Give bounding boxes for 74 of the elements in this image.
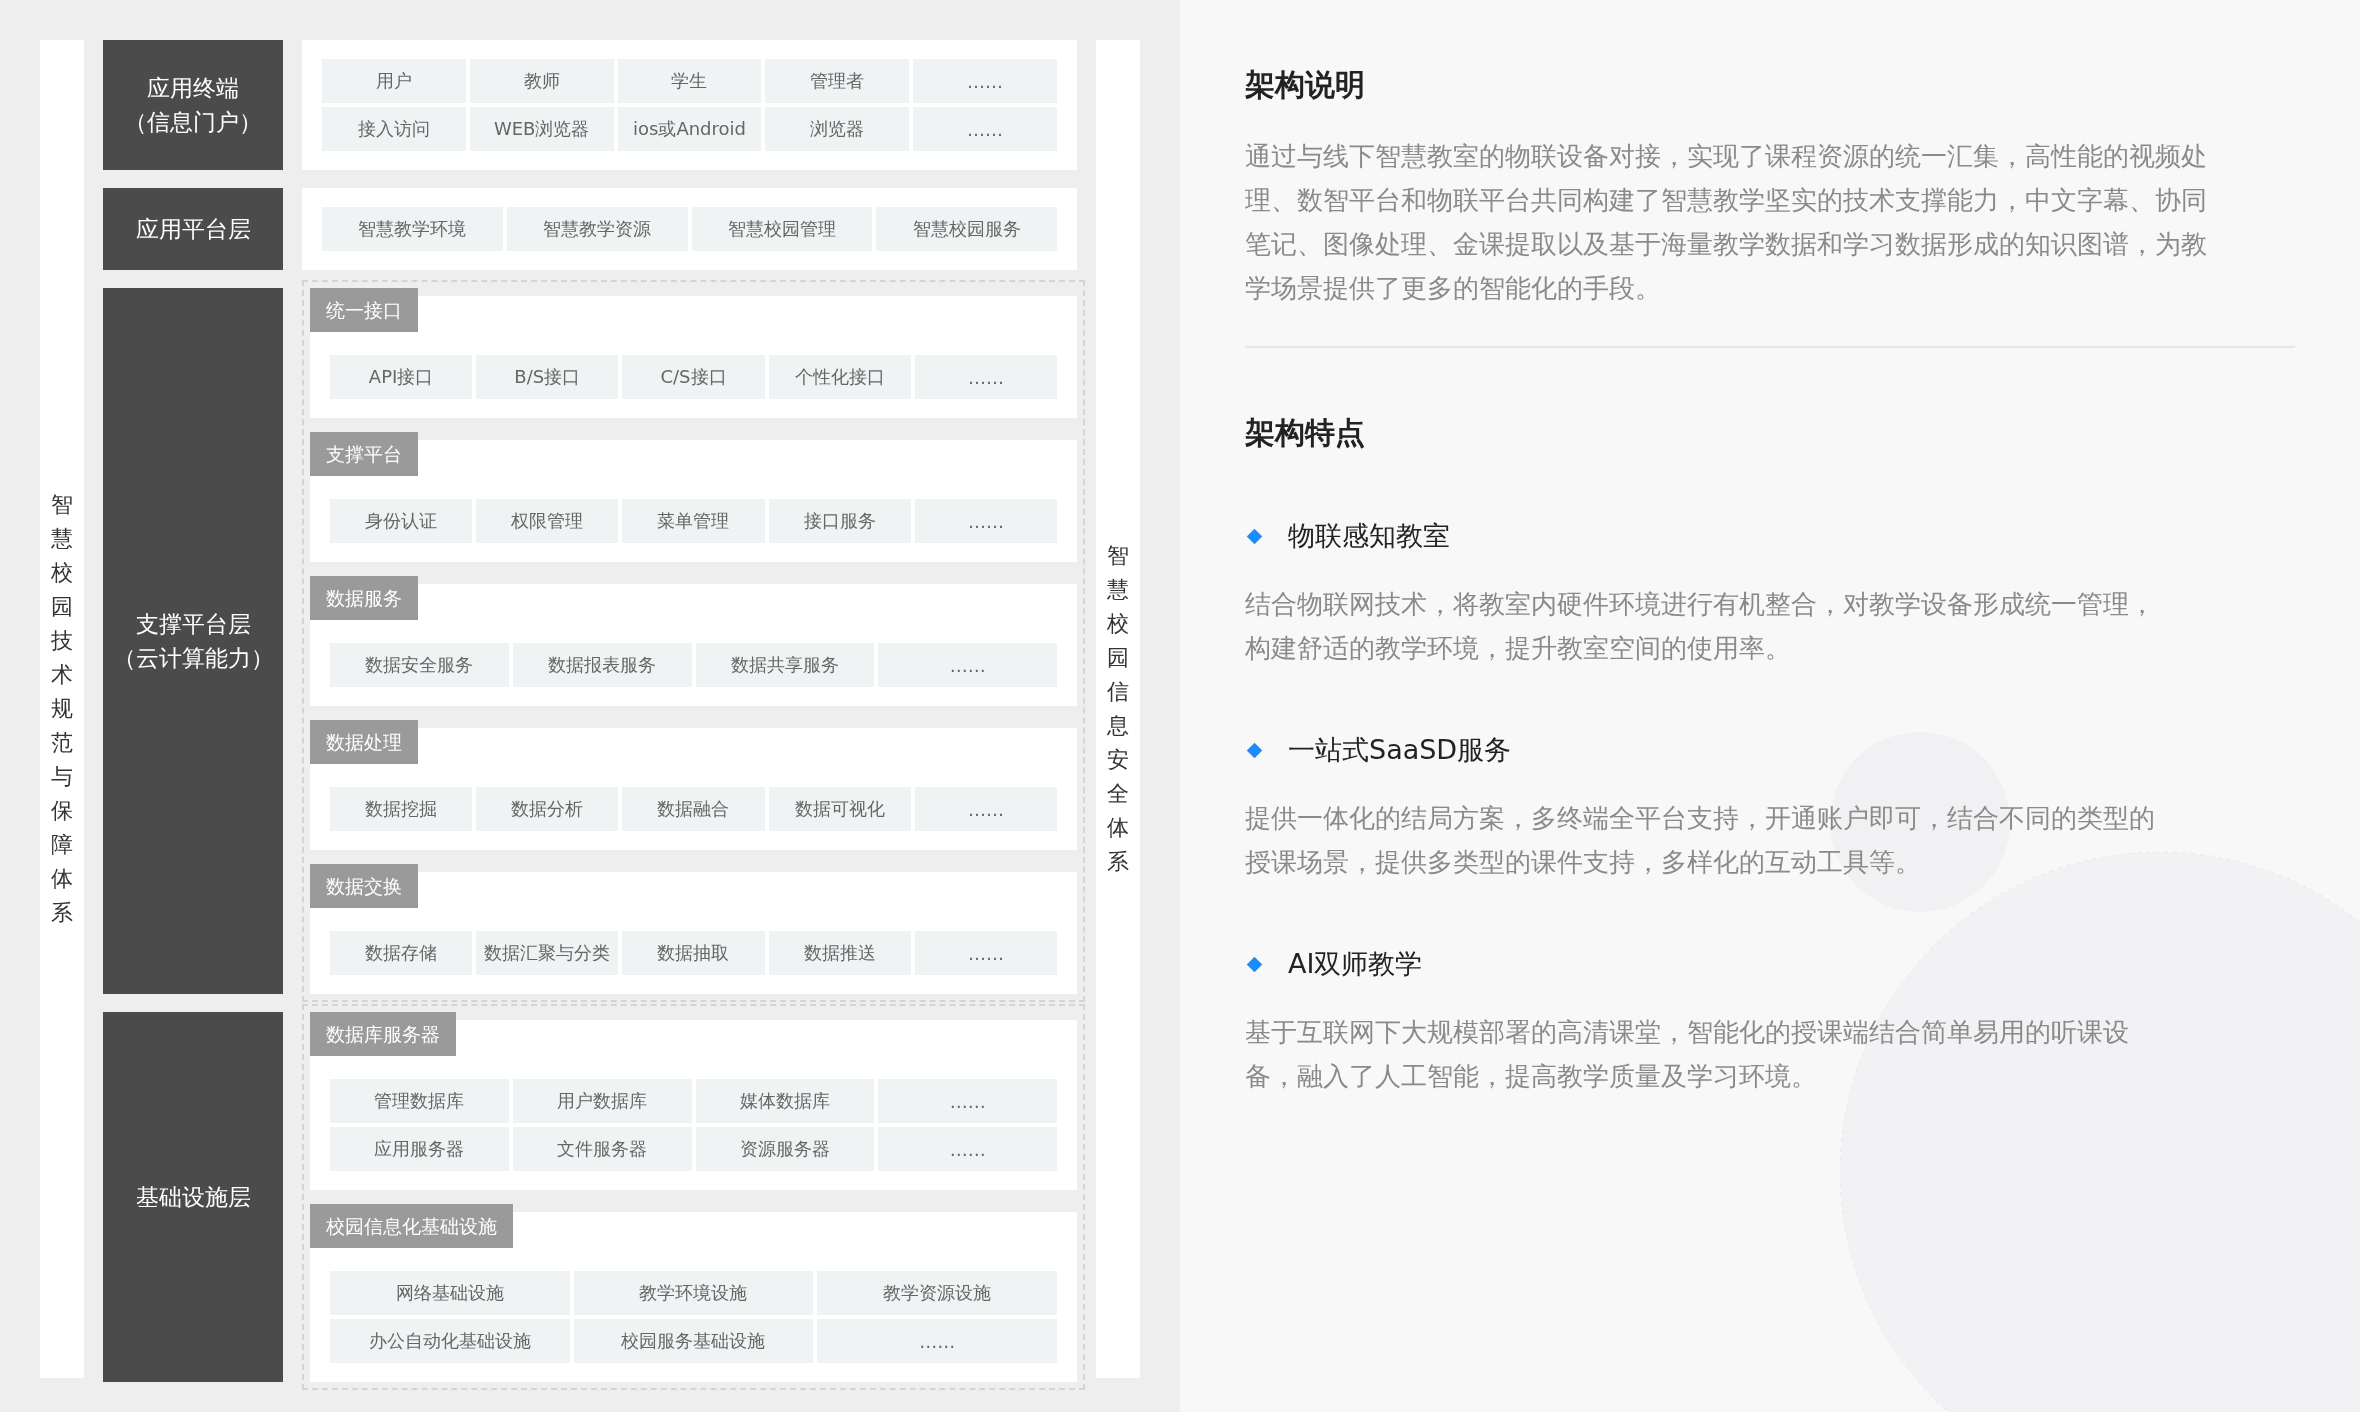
module-cell: 身份认证	[330, 499, 473, 543]
module-cell: ……	[914, 787, 1057, 831]
module-cell: 数据融合	[622, 787, 765, 831]
module-cell: 权限管理	[476, 499, 619, 543]
module-cell: ……	[914, 355, 1057, 399]
module-cell: 智慧校园服务	[876, 207, 1057, 251]
group-tag: 支撑平台	[310, 432, 418, 476]
module-cell: 智慧校园管理	[691, 207, 873, 251]
module-cell: 文件服务器	[512, 1127, 692, 1171]
layer-label: 支撑平台层 （云计算能力）	[103, 288, 283, 994]
module-cell: ……	[913, 59, 1057, 103]
module-cell: 媒体数据库	[695, 1079, 875, 1123]
section-title: 架构特点	[1245, 414, 1366, 452]
module-cell: 智慧教学资源	[506, 207, 688, 251]
module-cell: ……	[914, 931, 1057, 975]
module-cell: 学生	[617, 59, 762, 103]
module-cell: 网络基础设施	[330, 1271, 570, 1315]
module-cell: 数据安全服务	[330, 643, 509, 687]
module-cell: 个性化接口	[768, 355, 911, 399]
module-cell: 管理数据库	[330, 1079, 509, 1123]
group-tag: 统一接口	[310, 288, 418, 332]
layer-label: 应用平台层	[103, 188, 283, 270]
group-tag: 数据处理	[310, 720, 418, 764]
feature-title: AI双师教学	[1288, 947, 1423, 981]
module-cell: 应用服务器	[330, 1127, 509, 1171]
module-cell: ios或Android	[617, 107, 762, 151]
module-cell: 数据汇聚与分类	[476, 931, 619, 975]
feature-title: 物联感知教室	[1288, 519, 1450, 553]
module-cell: C/S接口	[622, 355, 765, 399]
module-cell: ……	[914, 499, 1057, 543]
group-tag: 校园信息化基础设施	[310, 1204, 513, 1248]
description-paragraph: 通过与线下智慧教室的物联设备对接，实现了课程资源的统一汇集，高性能的视频处 理、数智平台和物联平台共同构建了智慧教学坚实的技术支撑能力，中文字幕、协同 笔记、图像处理、金课提取以及基于海量教学数据和学习数据形成的知识图谱，为教 学场景提供了更多的智能化的手段。	[1245, 140, 2208, 305]
module-cell: 智慧教学环境	[322, 207, 503, 251]
module-cell: 数据可视化	[768, 787, 911, 831]
module-cell: ……	[817, 1319, 1057, 1363]
module-cell: ……	[878, 1079, 1057, 1123]
feature-description: 提供一体化的结局方案，多终端全平台支持，开通账户即可，结合不同的类型的 授课场景，提供多类型的课件支持，多样化的互动工具等。	[1245, 802, 2156, 879]
module-cell: 用户数据库	[512, 1079, 692, 1123]
feature-description: 基于互联网下大规模部署的高清课堂，智能化的授课端结合简单易用的听课设 备，融入了人工智能，提高教学质量及学习环境。	[1245, 1016, 2130, 1093]
module-cell: 资源服务器	[695, 1127, 875, 1171]
module-cell: ……	[913, 107, 1057, 151]
module-cell: 管理者	[765, 59, 910, 103]
module-cell: 数据挖掘	[330, 787, 473, 831]
module-cell: 数据存储	[330, 931, 473, 975]
module-cell: 办公自动化基础设施	[330, 1319, 570, 1363]
group-tag: 数据服务	[310, 576, 418, 620]
module-cell: 接口服务	[768, 499, 911, 543]
group-tag: 数据库服务器	[310, 1012, 456, 1056]
module-cell: 浏览器	[765, 107, 910, 151]
module-cell: 教师	[469, 59, 614, 103]
layer-label: 基础设施层	[103, 1012, 283, 1382]
module-cell: 教学资源设施	[817, 1271, 1057, 1315]
module-cell: B/S接口	[476, 355, 619, 399]
module-cell: 数据抽取	[622, 931, 765, 975]
module-cell: WEB浏览器	[469, 107, 614, 151]
module-cell: 接入访问	[322, 107, 466, 151]
module-cell: 数据报表服务	[512, 643, 692, 687]
vertical-band-label: 智慧校园技术规范与保障体系	[40, 40, 84, 1378]
module-cell: 数据分析	[476, 787, 619, 831]
module-cell: ……	[878, 1127, 1057, 1171]
module-cell: 教学环境设施	[573, 1271, 814, 1315]
module-cell: 数据共享服务	[695, 643, 875, 687]
module-cell: ……	[878, 643, 1057, 687]
layer-label: 应用终端 （信息门户）	[103, 40, 283, 170]
module-cell: 菜单管理	[622, 499, 765, 543]
module-cell: 数据推送	[768, 931, 911, 975]
module-cell: 用户	[322, 59, 466, 103]
feature-title: 一站式SaaSD服务	[1288, 733, 1512, 767]
module-cell: API接口	[330, 355, 473, 399]
module-cell: 校园服务基础设施	[573, 1319, 814, 1363]
group-tag: 数据交换	[310, 864, 418, 908]
feature-description: 结合物联网技术，将教室内硬件环境进行有机整合，对教学设备形成统一管理， 构建舒适的教学环境，提升教室空间的使用率。	[1245, 588, 2156, 665]
vertical-band-label: 智慧校园信息安全体系	[1096, 40, 1140, 1378]
section-title: 架构说明	[1245, 66, 1366, 104]
